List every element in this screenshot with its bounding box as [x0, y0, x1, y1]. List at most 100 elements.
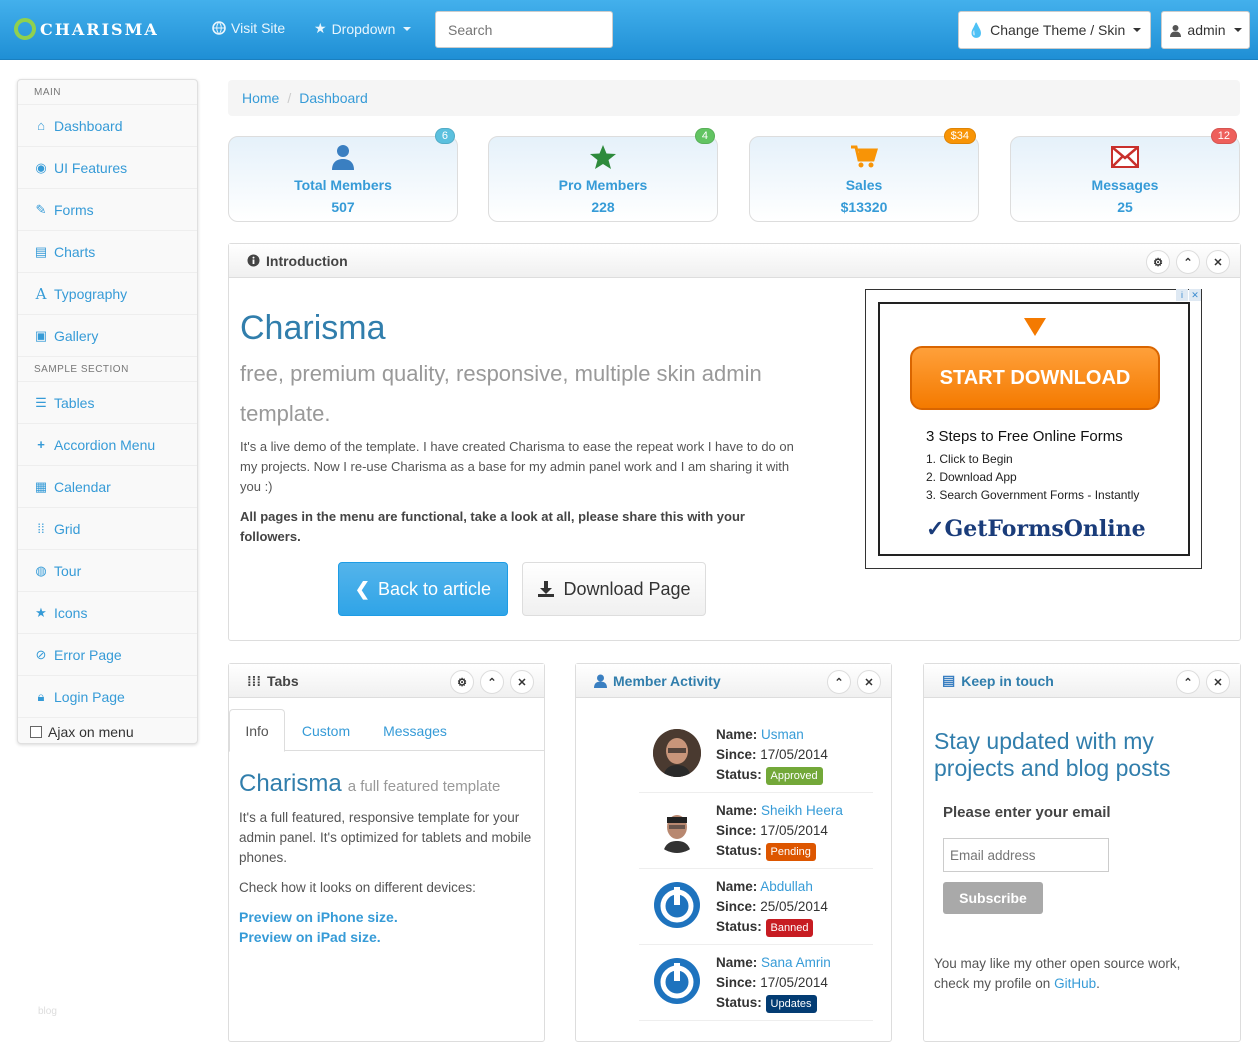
sidebar-item-grid[interactable]: ⁞⁞ Grid	[18, 508, 197, 550]
stat-tile-sales[interactable]: Sales $13320 $34	[749, 128, 979, 222]
since-label: Since:	[716, 975, 757, 990]
github-link[interactable]: GitHub	[1054, 976, 1096, 991]
email-label: Please enter your email	[943, 804, 1111, 821]
chevron-up-icon[interactable]: ⌃	[827, 670, 851, 694]
stat-tile-total-members[interactable]: Total Members 507 6	[228, 128, 458, 222]
status-label: Status:	[716, 919, 762, 934]
ad-heading: 3 Steps to Free Online Forms	[926, 428, 1123, 445]
stat-badge: 6	[434, 128, 455, 144]
intro-subtitle: free, premium quality, responsive, multi…	[240, 361, 762, 426]
sidebar-item-dashboard[interactable]: ⌂ Dashboard	[18, 105, 197, 147]
member-name[interactable]: Sana Amrin	[761, 955, 831, 970]
ad-choices[interactable]: i ✕	[1176, 289, 1201, 301]
ajax-checkbox[interactable]	[30, 726, 42, 738]
box-controls: ⌃ ✕	[1176, 670, 1230, 694]
sidebar-item-error-page[interactable]: ⊘ Error Page	[18, 634, 197, 676]
dropdown-label: Dropdown	[331, 20, 396, 37]
picture-icon: ▣	[34, 327, 48, 343]
settings-cog-icon[interactable]: ⚙	[1146, 250, 1170, 274]
ad-info-icon[interactable]: i	[1176, 289, 1188, 301]
breadcrumb-home[interactable]: Home	[242, 90, 279, 106]
chevron-up-icon[interactable]: ⌃	[1176, 250, 1200, 274]
avatar[interactable]	[653, 881, 701, 929]
close-icon[interactable]: ✕	[510, 670, 534, 694]
member-row: Name: Usman Since: 17/05/2014 Status: Ap…	[639, 719, 873, 793]
member-info: Name: Sana Amrin Since: 17/05/2014 Statu…	[716, 953, 831, 1013]
tab-title-text: Charisma	[239, 770, 342, 797]
settings-cog-icon[interactable]: ⚙	[450, 670, 474, 694]
member-row: Name: Abdullah Since: 25/05/2014 Status:…	[639, 871, 873, 945]
avatar[interactable]	[653, 957, 701, 1005]
download-icon	[538, 581, 555, 597]
box-header: Introduction	[229, 244, 1240, 278]
sidebar-item-ui-features[interactable]: ◉ UI Features	[18, 147, 197, 189]
member-info: Name: Usman Since: 17/05/2014 Status: Ap…	[716, 725, 828, 785]
advertisement[interactable]: i ✕ START DOWNLOAD 3 Steps to Free Online…	[865, 289, 1202, 569]
search-input[interactable]	[435, 11, 613, 48]
avatar[interactable]	[653, 805, 701, 853]
user-name: admin	[1187, 22, 1226, 38]
member-name[interactable]: Usman	[761, 727, 804, 742]
th-icon: ⁞⁞⁞	[247, 672, 261, 689]
tab-custom[interactable]: Custom	[291, 709, 361, 752]
ajax-label: Ajax on menu	[48, 724, 134, 740]
sidebar-item-tables[interactable]: ☰ Tables	[18, 382, 197, 424]
sidebar-item-icons[interactable]: ★ Icons	[18, 592, 197, 634]
stat-badge: 4	[694, 128, 715, 144]
download-page-button[interactable]: Download Page	[522, 562, 706, 616]
since-label: Since:	[716, 747, 757, 762]
close-icon[interactable]: ✕	[857, 670, 881, 694]
email-field[interactable]	[943, 838, 1109, 872]
box-controls: ⚙ ⌃ ✕	[1146, 250, 1230, 274]
preview-ipad-link[interactable]: Preview on iPad size.	[239, 929, 381, 945]
sidebar-item-label: Grid	[54, 520, 81, 537]
chevron-up-icon[interactable]: ⌃	[480, 670, 504, 694]
status-badge: Approved	[765, 767, 823, 785]
intro-bold-note: All pages in the menu are functional, ta…	[240, 509, 745, 544]
avatar[interactable]	[653, 729, 701, 777]
intro-paragraph: It's a live demo of the template. I have…	[240, 439, 794, 494]
back-to-article-button[interactable]: ❮ Back to article	[338, 562, 508, 616]
ad-step: 2. Download App	[926, 470, 1017, 484]
star-icon	[590, 145, 616, 169]
dropdown-menu-toggle[interactable]: ★ Dropdown	[314, 20, 412, 37]
stat-tile-messages[interactable]: Messages 25 12	[1010, 128, 1240, 222]
tab-title-small: a full featured template	[347, 778, 501, 795]
sidebar-item-gallery[interactable]: ▣ Gallery	[18, 315, 197, 357]
sidebar-item-login-page[interactable]: 🔒︎ Login Page	[18, 676, 197, 718]
chevron-up-icon[interactable]: ⌃	[1176, 670, 1200, 694]
sidebar-item-accordion[interactable]: + Accordion Menu	[18, 424, 197, 466]
default-avatar-icon	[654, 958, 700, 1004]
sidebar-item-calendar[interactable]: ▦ Calendar	[18, 466, 197, 508]
member-name[interactable]: Abdullah	[760, 879, 813, 894]
down-arrow-icon	[1024, 318, 1046, 336]
visit-site-link[interactable]: Visit Site	[212, 20, 285, 36]
close-icon[interactable]: ✕	[1206, 250, 1230, 274]
preview-iphone-link[interactable]: Preview on iPhone size.	[239, 909, 398, 925]
tab-info[interactable]: Info	[229, 709, 285, 752]
change-theme-button[interactable]: 💧 Change Theme / Skin	[958, 11, 1151, 49]
align-justify-icon: ☰	[35, 394, 47, 410]
sidebar-nav: MAIN ⌂ Dashboard ◉ UI Features ✎ Forms ▤ Cha…	[17, 79, 198, 744]
stat-tile-pro-members[interactable]: Pro Members 228 4	[488, 128, 718, 222]
member-name[interactable]: Sheikh Heera	[761, 803, 843, 818]
sidebar-item-label: Typography	[54, 285, 128, 302]
tabs-nav: Info Custom Messages	[229, 709, 544, 752]
ad-start-download-button[interactable]: START DOWNLOAD	[910, 346, 1160, 410]
user-menu-button[interactable]: admin	[1161, 11, 1250, 49]
breadcrumb-dashboard[interactable]: Dashboard	[299, 90, 368, 106]
ad-close-icon[interactable]: ✕	[1189, 289, 1201, 301]
tab-messages[interactable]: Messages	[373, 709, 457, 752]
sidebar-item-forms[interactable]: ✎ Forms	[18, 189, 197, 231]
close-icon[interactable]: ✕	[1206, 670, 1230, 694]
stat-badge: 12	[1210, 128, 1237, 144]
sidebar-item-typography[interactable]: A Typography	[18, 273, 197, 315]
member-info: Name: Abdullah Since: 25/05/2014 Status:…	[716, 877, 828, 937]
footer-note: You may like my other open source work, …	[934, 954, 1214, 994]
subscribe-button[interactable]: Subscribe	[943, 882, 1043, 914]
sidebar-item-charts[interactable]: ▤ Charts	[18, 231, 197, 273]
sidebar-item-tour[interactable]: ◍ Tour	[18, 550, 197, 592]
ajax-menu-toggle[interactable]: Ajax on menu	[18, 718, 197, 746]
envelope-icon	[1111, 146, 1139, 168]
brand-logo-link[interactable]: CHARISMA	[14, 18, 159, 40]
